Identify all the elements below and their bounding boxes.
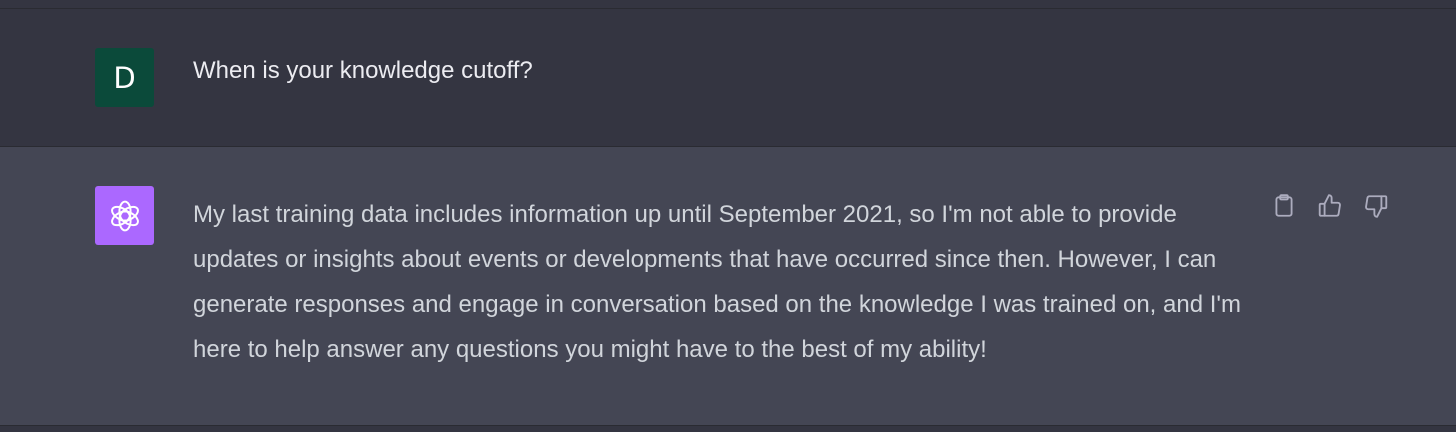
user-message: D When is your knowledge cutoff? xyxy=(0,9,1456,147)
assistant-avatar xyxy=(95,186,154,245)
thumbs-down-button[interactable] xyxy=(1362,192,1390,220)
thumbs-down-icon xyxy=(1365,195,1388,218)
thumbs-up-icon xyxy=(1318,194,1341,217)
openai-logo-icon xyxy=(110,200,139,231)
clipboard-icon xyxy=(1275,194,1293,217)
user-avatar: D xyxy=(95,48,154,107)
thumbs-up-button[interactable] xyxy=(1316,192,1344,220)
assistant-message: My last training data includes informati… xyxy=(0,147,1456,426)
user-avatar-initial: D xyxy=(113,60,136,95)
message-actions xyxy=(1270,192,1390,220)
chat-thread: D When is your knowledge cutoff? My last… xyxy=(0,0,1456,432)
user-message-text: When is your knowledge cutoff? xyxy=(193,57,533,84)
bottom-edge xyxy=(0,426,1456,432)
copy-button[interactable] xyxy=(1270,192,1298,220)
assistant-message-text: My last training data includes informati… xyxy=(193,201,1241,363)
top-divider xyxy=(0,0,1456,9)
